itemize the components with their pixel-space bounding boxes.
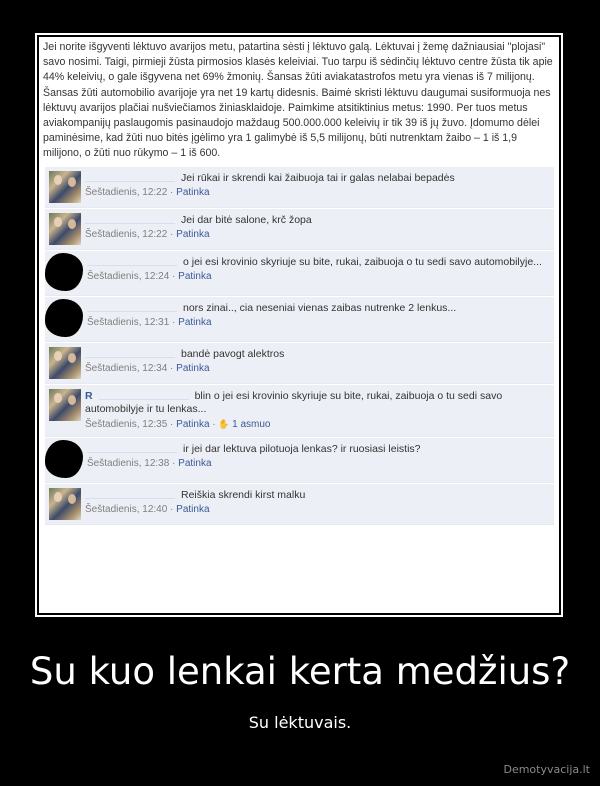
comment-body: o jei esi krovinio skyriuje su bite, ruk… bbox=[87, 254, 548, 291]
comment-text: Jei dar bitė salone, krč žopa bbox=[181, 213, 312, 226]
comment-timestamp[interactable]: Šeštadienis, 12:22 bbox=[85, 229, 167, 240]
comment-meta: Šeštadienis, 12:34 · Patinka bbox=[85, 362, 548, 376]
censored-avatar[interactable] bbox=[45, 252, 83, 291]
comment-meta: Šeštadienis, 12:31 · Patinka bbox=[87, 316, 548, 330]
facebook-screenshot: Jei norite išgyventi lėktuvo avarijos me… bbox=[39, 37, 559, 613]
user-avatar[interactable] bbox=[49, 170, 81, 203]
comment-meta: Šeštadienis, 12:40 · Patinka bbox=[85, 503, 548, 517]
comment-body: bandė pavogt alektros Šeštadienis, 12:34 … bbox=[85, 346, 548, 379]
comment-text: Jei rūkai ir skrendi kai žaibuoja tai ir… bbox=[181, 171, 455, 184]
like-link[interactable]: Patinka bbox=[176, 187, 209, 198]
comment-item: Reiškia skrendi kirst malku Šeštadienis, … bbox=[45, 483, 554, 525]
comment-timestamp[interactable]: Šeštadienis, 12:40 bbox=[85, 504, 167, 515]
comment-body: Jei dar bitė salone, krč žopa Šeštadienis… bbox=[85, 212, 548, 245]
censored-avatar[interactable] bbox=[45, 298, 83, 337]
like-link[interactable]: Patinka bbox=[178, 271, 211, 282]
user-avatar[interactable] bbox=[49, 346, 81, 379]
like-link[interactable]: Patinka bbox=[176, 363, 209, 374]
comment-text: bandė pavogt alektros bbox=[181, 347, 285, 360]
comment-item: nors zinai.., cia neseniai vienas zaibas… bbox=[45, 296, 554, 342]
user-avatar[interactable] bbox=[49, 487, 81, 520]
meta-separator: · bbox=[169, 457, 179, 469]
redacted-name bbox=[87, 254, 177, 266]
thumbs-up-icon: ✋ bbox=[218, 418, 233, 429]
comment-body: Rblin o jei esi krovinio skyriuje su bit… bbox=[85, 388, 548, 432]
censored-avatar[interactable] bbox=[45, 439, 83, 478]
comment-item: Jei dar bitė salone, krč žopa Šeštadienis… bbox=[45, 208, 554, 250]
like-link[interactable]: Patinka bbox=[176, 229, 209, 240]
site-watermark[interactable]: Demotyvacija.lt bbox=[503, 763, 590, 776]
post-text: Jei norite išgyventi lėktuvo avarijos me… bbox=[43, 41, 553, 160]
meta-separator: · bbox=[167, 362, 177, 374]
meta-separator: · bbox=[167, 418, 177, 430]
comment-timestamp[interactable]: Šeštadienis, 12:35 bbox=[85, 419, 167, 430]
comment-item: bandė pavogt alektros Šeštadienis, 12:34 … bbox=[45, 342, 554, 384]
comment-meta: Šeštadienis, 12:22 · Patinka bbox=[85, 228, 548, 242]
comment-meta: Šeštadienis, 12:35 · Patinka · ✋ 1 asmuo bbox=[85, 417, 548, 432]
meta-separator: · bbox=[167, 228, 177, 240]
comment-timestamp[interactable]: Šeštadienis, 12:38 bbox=[87, 458, 169, 469]
screenshot-frame: Jei norite išgyventi lėktuvo avarijos me… bbox=[35, 33, 563, 617]
comment-body: Jei rūkai ir skrendi kai žaibuoja tai ir… bbox=[85, 170, 548, 203]
redacted-name bbox=[87, 441, 177, 453]
user-avatar[interactable] bbox=[49, 388, 81, 421]
comment-text: Reiškia skrendi kirst malku bbox=[181, 488, 306, 501]
meta-separator: · bbox=[167, 503, 177, 515]
comment-body: nors zinai.., cia neseniai vienas zaibas… bbox=[87, 300, 548, 337]
comment-list: Jei rūkai ir skrendi kai žaibuoja tai ir… bbox=[45, 166, 554, 525]
like-count-link[interactable]: 1 asmuo bbox=[232, 419, 270, 430]
comment-text: nors zinai.., cia neseniai vienas zaibas… bbox=[183, 301, 457, 314]
comment-meta: Šeštadienis, 12:22 · Patinka bbox=[85, 186, 548, 200]
redacted-name bbox=[85, 346, 175, 358]
redacted-name bbox=[85, 487, 175, 499]
comment-body: Reiškia skrendi kirst malku Šeštadienis, … bbox=[85, 487, 548, 520]
comment-body: ir jei dar lektuva pilotuoja lenkas? ir … bbox=[87, 441, 548, 478]
comment-item: Rblin o jei esi krovinio skyriuje su bit… bbox=[45, 384, 554, 437]
caption-title: Su kuo lenkai kerta medžius? bbox=[29, 650, 571, 693]
like-link[interactable]: Patinka bbox=[176, 504, 209, 515]
user-avatar[interactable] bbox=[49, 212, 81, 245]
redacted-name bbox=[87, 300, 177, 312]
like-link[interactable]: Patinka bbox=[178, 317, 211, 328]
comment-timestamp[interactable]: Šeštadienis, 12:22 bbox=[85, 187, 167, 198]
comment-meta: Šeštadienis, 12:38 · Patinka bbox=[87, 457, 548, 471]
comment-item: ir jei dar lektuva pilotuoja lenkas? ir … bbox=[45, 437, 554, 483]
like-link[interactable]: Patinka bbox=[178, 458, 211, 469]
meta-separator: · bbox=[167, 186, 177, 198]
like-link[interactable]: Patinka bbox=[176, 419, 209, 430]
redacted-name bbox=[98, 388, 189, 400]
meta-separator: · bbox=[169, 316, 179, 328]
comment-timestamp[interactable]: Šeštadienis, 12:34 bbox=[85, 363, 167, 374]
comment-text: ir jei dar lektuva pilotuoja lenkas? ir … bbox=[183, 442, 421, 455]
comment-item: Jei rūkai ir skrendi kai žaibuoja tai ir… bbox=[45, 166, 554, 208]
comment-meta: Šeštadienis, 12:24 · Patinka bbox=[87, 270, 548, 284]
caption-subtitle: Su lėktuvais. bbox=[248, 713, 352, 732]
comment-text: o jei esi krovinio skyriuje su bite, ruk… bbox=[183, 255, 542, 268]
comment-timestamp[interactable]: Šeštadienis, 12:31 bbox=[87, 317, 169, 328]
comment-timestamp[interactable]: Šeštadienis, 12:24 bbox=[87, 271, 169, 282]
commenter-name[interactable]: R bbox=[85, 390, 93, 402]
redacted-name bbox=[85, 170, 175, 182]
comment-item: o jei esi krovinio skyriuje su bite, ruk… bbox=[45, 250, 554, 296]
meta-separator: · bbox=[169, 270, 179, 282]
redacted-name bbox=[85, 212, 175, 224]
